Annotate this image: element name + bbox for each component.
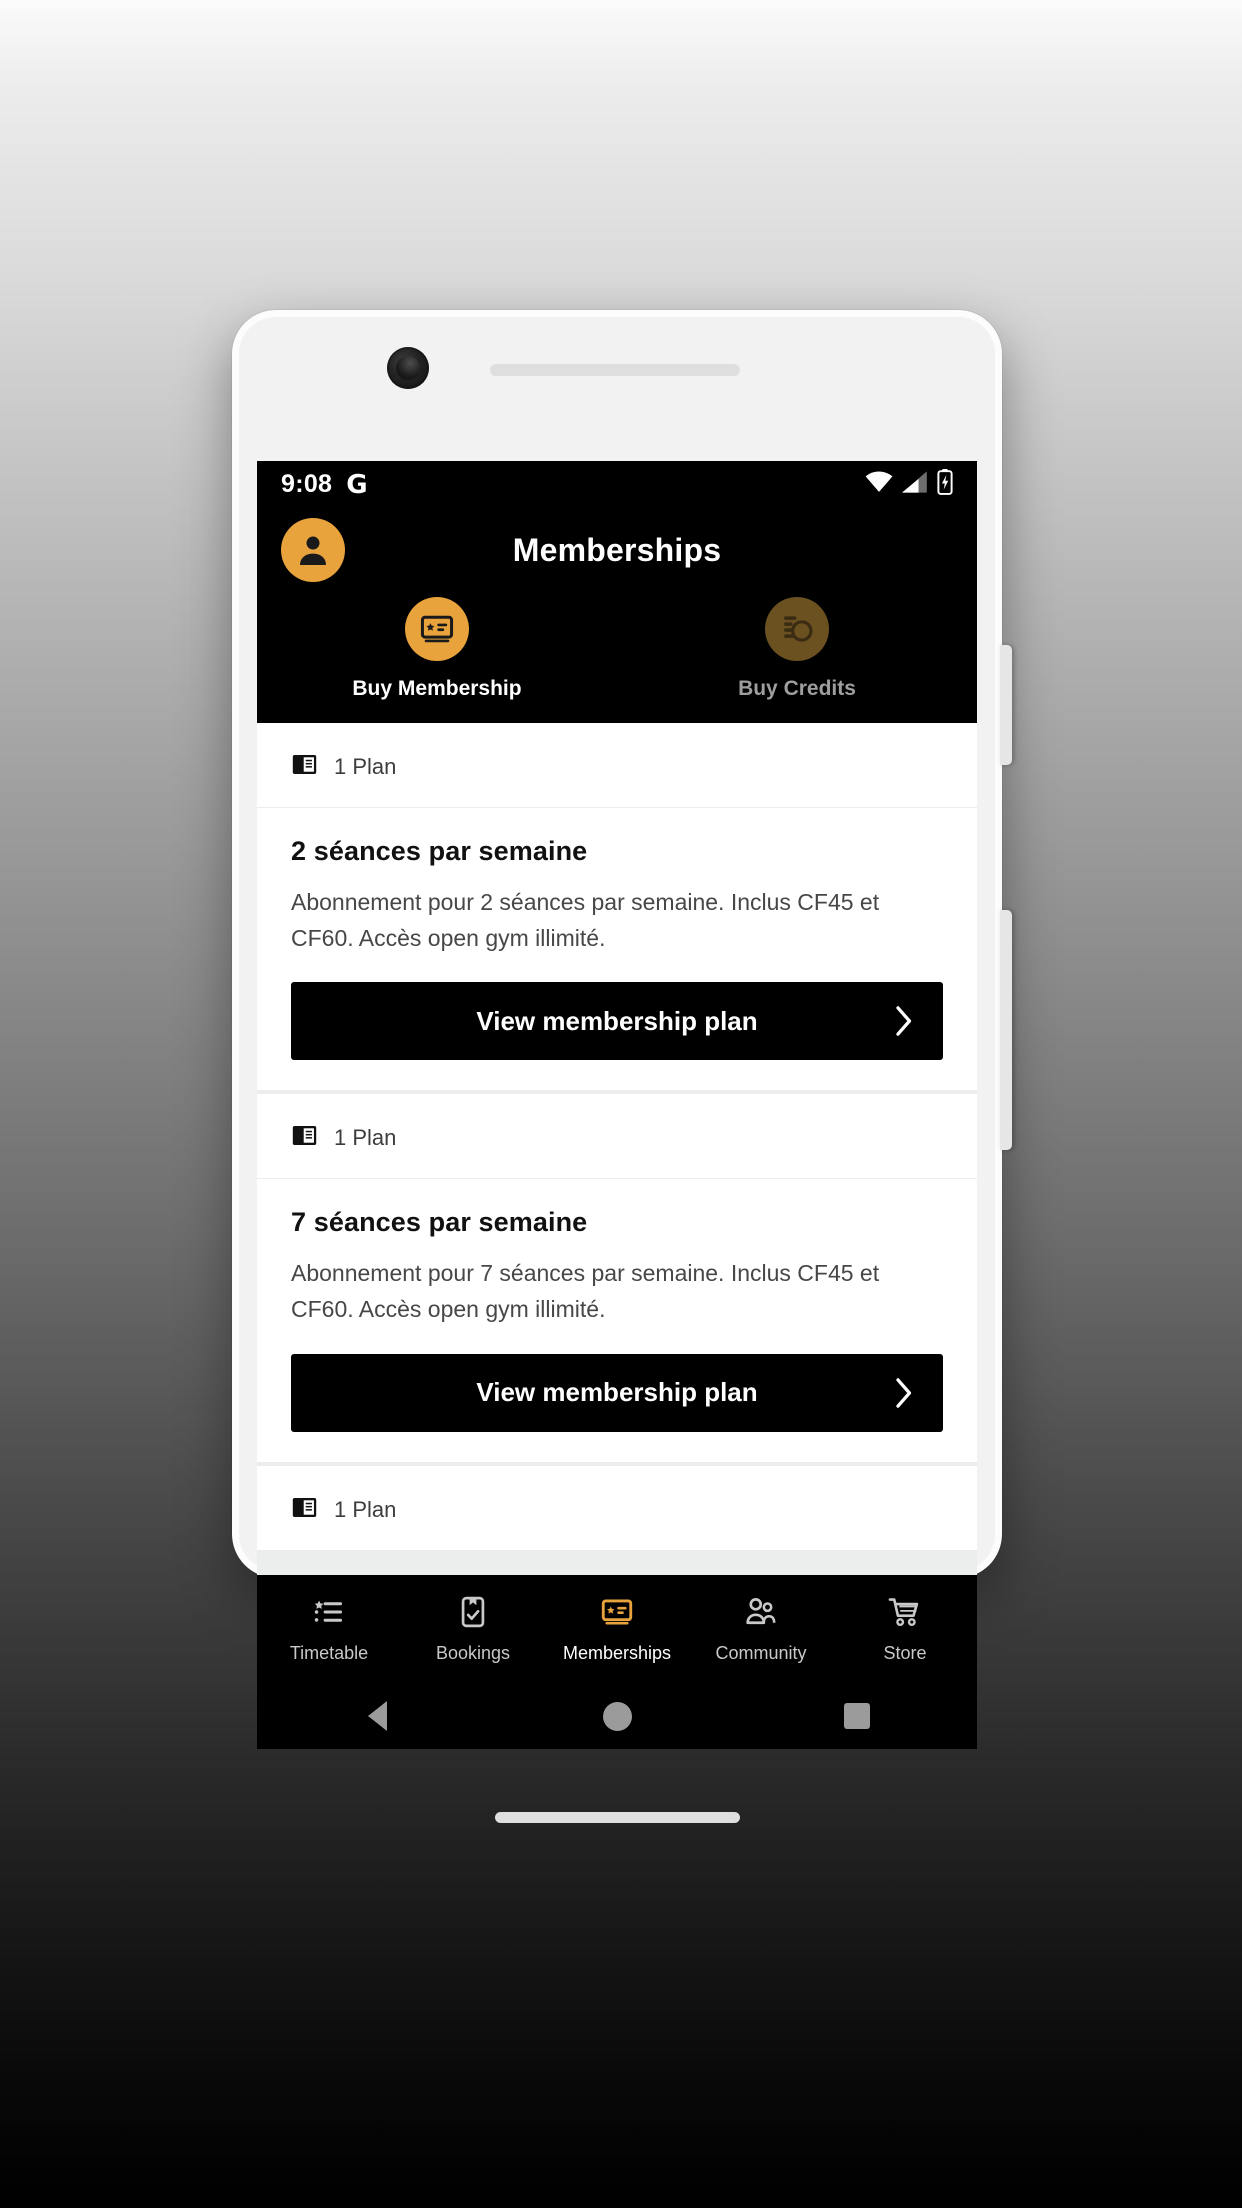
plan-count-label: 1 Plan: [334, 1496, 397, 1522]
nav-label: Memberships: [562, 1642, 672, 1663]
earpiece-speaker: [490, 364, 740, 376]
plan-title: 2 séances par semaine: [291, 836, 588, 866]
status-bar-indicators: [865, 469, 953, 500]
plan-card-body: 7 séances par semaine Abonnement pour 7 …: [257, 1179, 977, 1461]
bottom-navigation-bar: Timetable Bookings Memberships Community…: [257, 1575, 977, 1683]
quick-action-buy-membership[interactable]: Buy Membership: [257, 597, 617, 701]
view-membership-plan-label: View membership plan: [476, 1005, 758, 1036]
google-notification-icon: G: [346, 469, 368, 500]
timetable-list-icon: [312, 1595, 346, 1634]
back-triangle-icon[interactable]: [257, 1701, 497, 1731]
membership-plan-card[interactable]: 1 Plan 7 séances par semaine Abonnement …: [257, 1094, 977, 1462]
plan-card-icon: [291, 1494, 318, 1526]
plan-description: Abonnement pour 7 séances par semaine. I…: [291, 1260, 880, 1322]
plan-card-body: 2 séances par semaine Abonnement pour 2 …: [257, 808, 977, 1090]
chevron-right-icon: [895, 1377, 913, 1408]
plan-description: Abonnement pour 2 séances par semaine. I…: [291, 889, 880, 951]
home-circle-icon[interactable]: [497, 1701, 737, 1731]
front-camera-icon: [387, 347, 429, 389]
nav-label: Bookings: [435, 1642, 511, 1663]
battery-charging-icon: [937, 469, 953, 500]
nav-item-bookings[interactable]: Bookings: [401, 1595, 545, 1664]
plan-count-label: 1 Plan: [334, 1125, 397, 1151]
credits-coin-icon: [765, 597, 829, 661]
recents-square-icon[interactable]: [737, 1703, 977, 1729]
nav-item-store[interactable]: Store: [833, 1595, 977, 1664]
nav-item-memberships[interactable]: Memberships: [545, 1595, 689, 1664]
nav-label: Store: [883, 1642, 927, 1663]
status-bar: 9:08 G: [257, 461, 977, 508]
plan-card-header: 1 Plan: [257, 723, 977, 808]
page-title: Memberships: [512, 531, 722, 568]
community-people-icon: [744, 1595, 778, 1634]
nav-item-timetable[interactable]: Timetable: [257, 1595, 401, 1664]
quick-action-label: Buy Credits: [738, 677, 856, 700]
user-avatar-icon[interactable]: [281, 518, 345, 582]
volume-rocker-button[interactable]: [1000, 645, 1012, 765]
membership-card-icon: [405, 597, 469, 661]
plan-card-icon: [291, 751, 318, 783]
view-membership-plan-button[interactable]: View membership plan: [291, 982, 943, 1061]
android-system-navigation: [257, 1683, 977, 1749]
view-membership-plan-button[interactable]: View membership plan: [291, 1353, 943, 1432]
view-membership-plan-label: View membership plan: [476, 1377, 758, 1408]
nav-label: Timetable: [289, 1642, 369, 1663]
app-header: Memberships Buy Membership Buy Credits: [257, 508, 977, 723]
cellular-signal-icon: [902, 471, 928, 498]
membership-plan-card[interactable]: 1 Plan 2 séances par semaine Abonnement …: [257, 723, 977, 1091]
membership-card-icon: [600, 1595, 634, 1634]
app-header-top-row: Memberships: [257, 513, 977, 587]
power-button[interactable]: [1000, 910, 1012, 1150]
plan-count-label: 1 Plan: [334, 754, 397, 779]
quick-action-buy-credits[interactable]: Buy Credits: [617, 597, 977, 701]
nav-item-community[interactable]: Community: [689, 1595, 833, 1664]
wifi-icon: [865, 471, 893, 498]
bookings-clipboard-icon: [456, 1595, 490, 1634]
plan-card-header: 1 Plan: [257, 1466, 977, 1551]
phone-bottom-speaker: [495, 1812, 740, 1823]
membership-plan-list[interactable]: 1 Plan 2 séances par semaine Abonnement …: [257, 723, 977, 1575]
nav-label: Community: [715, 1642, 807, 1663]
status-bar-clock: 9:08: [281, 470, 333, 498]
plan-card-icon: [291, 1122, 318, 1154]
chevron-right-icon: [895, 1006, 913, 1037]
membership-plan-card[interactable]: 1 Plan: [257, 1465, 977, 1551]
quick-actions-row: Buy Membership Buy Credits: [257, 587, 977, 701]
store-cart-icon: [888, 1595, 922, 1634]
plan-title: 7 séances par semaine: [291, 1207, 588, 1238]
phone-screen: 9:08 G Memberships Buy Membership Buy Cr…: [257, 461, 977, 1749]
quick-action-label: Buy Membership: [352, 677, 522, 700]
plan-card-header: 1 Plan: [257, 1094, 977, 1180]
